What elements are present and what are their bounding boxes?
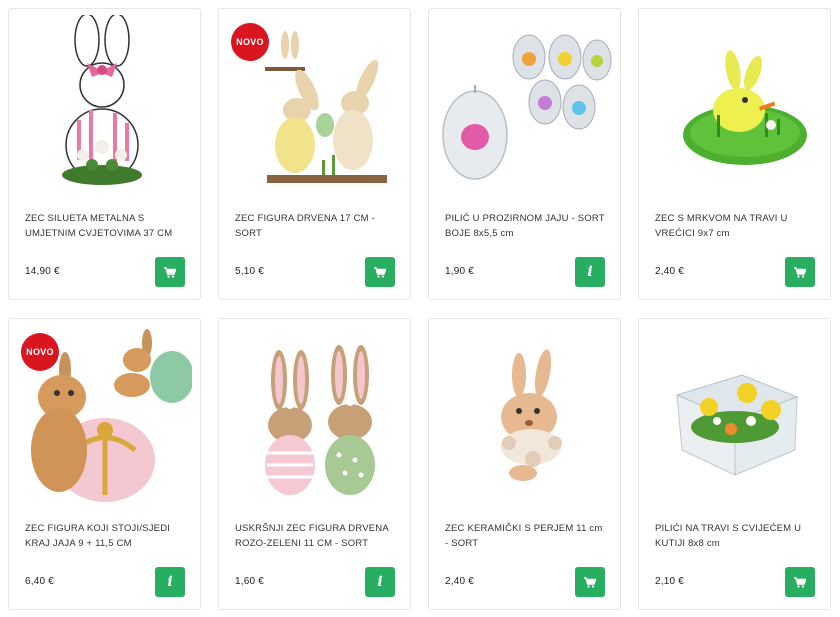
cart-icon — [794, 576, 806, 588]
product-image[interactable] — [437, 15, 612, 200]
product-card[interactable]: ZEC S MRKVOM NA TRAVI U VREĆICI 9x7 cm 2… — [638, 8, 831, 300]
product-title[interactable]: ZEC FIGURA DRVENA 17 CM - SORT — [235, 211, 395, 241]
product-info-button[interactable]: i — [575, 257, 605, 287]
new-badge: NOVO — [231, 23, 269, 61]
product-title[interactable]: ZEC FIGURA KOJI STOJI/SJEDI KRAJ JAJA 9 … — [25, 521, 185, 551]
product-price: 1,60 € — [235, 576, 265, 587]
product-card[interactable]: NOVO ZEC FIGURA DRVENA 17 CM - SORT 5,10… — [218, 8, 411, 300]
cart-icon — [794, 266, 806, 278]
product-title[interactable]: ZEC SILUETA METALNA S UMJETNIM CVJETOVIM… — [25, 211, 185, 241]
product-info-button[interactable]: i — [365, 567, 395, 597]
product-card[interactable]: PILIĆ U PROZIRNOM JAJU - SORT BOJE 8x5,5… — [428, 8, 621, 300]
add-to-cart-button[interactable] — [575, 567, 605, 597]
product-image[interactable] — [227, 325, 402, 510]
product-card[interactable]: NOVO ZEC FIGURA KOJI STOJI/SJEDI KRAJ JA… — [8, 318, 201, 610]
product-title[interactable]: USKRŠNJI ZEC FIGURA DRVENA ROZO-ZELENI 1… — [235, 521, 395, 551]
product-image[interactable] — [647, 325, 822, 510]
product-info-button[interactable]: i — [155, 567, 185, 597]
product-image[interactable] — [647, 15, 822, 200]
product-price: 5,10 € — [235, 266, 265, 277]
cart-icon — [374, 266, 386, 278]
product-price: 6,40 € — [25, 576, 55, 587]
product-price: 2,10 € — [655, 576, 685, 587]
new-badge: NOVO — [21, 333, 59, 371]
cart-icon — [584, 576, 596, 588]
product-price: 2,40 € — [655, 266, 685, 277]
product-card[interactable]: PILIĆI NA TRAVI S CVIJEĆEM U KUTIJI 8x8 … — [638, 318, 831, 610]
add-to-cart-button[interactable] — [365, 257, 395, 287]
product-title[interactable]: PILIĆI NA TRAVI S CVIJEĆEM U KUTIJI 8x8 … — [655, 521, 815, 551]
product-card[interactable]: ZEC SILUETA METALNA S UMJETNIM CVJETOVIM… — [8, 8, 201, 300]
product-image[interactable] — [17, 15, 192, 200]
product-card[interactable]: ZEC KERAMIČKI S PERJEM 11 cm - SORT 2,40… — [428, 318, 621, 610]
cart-icon — [164, 266, 176, 278]
product-title[interactable]: ZEC KERAMIČKI S PERJEM 11 cm - SORT — [445, 521, 605, 551]
add-to-cart-button[interactable] — [785, 257, 815, 287]
product-image[interactable] — [437, 325, 612, 510]
info-icon: i — [377, 574, 383, 590]
add-to-cart-button[interactable] — [785, 567, 815, 597]
product-price: 1,90 € — [445, 266, 475, 277]
info-icon: i — [167, 574, 173, 590]
info-icon: i — [587, 264, 593, 280]
add-to-cart-button[interactable] — [155, 257, 185, 287]
product-card[interactable]: USKRŠNJI ZEC FIGURA DRVENA ROZO-ZELENI 1… — [218, 318, 411, 610]
product-grid: ZEC SILUETA METALNA S UMJETNIM CVJETOVIM… — [0, 0, 840, 617]
product-price: 2,40 € — [445, 576, 475, 587]
product-title[interactable]: PILIĆ U PROZIRNOM JAJU - SORT BOJE 8x5,5… — [445, 211, 605, 241]
product-title[interactable]: ZEC S MRKVOM NA TRAVI U VREĆICI 9x7 cm — [655, 211, 815, 241]
product-price: 14,90 € — [25, 266, 60, 277]
